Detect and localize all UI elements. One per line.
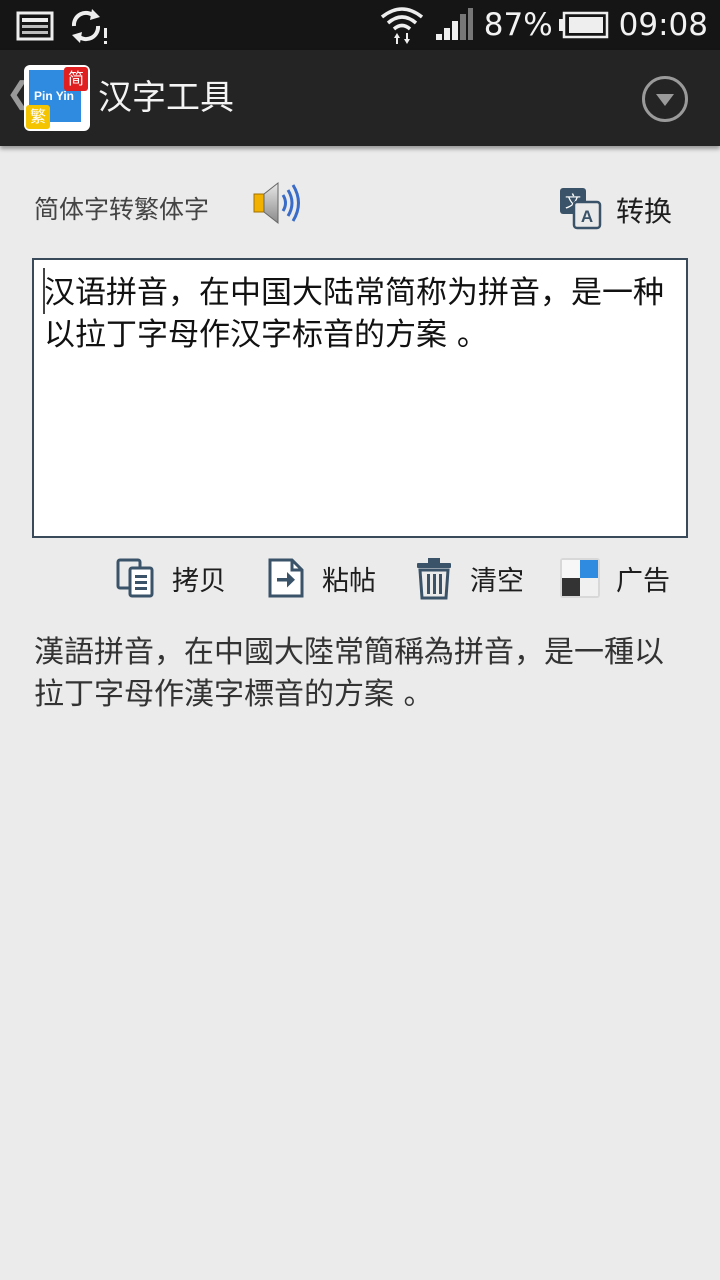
ad-button[interactable]: 广告	[558, 552, 670, 604]
edit-toolbar: 拷贝 粘帖 清空 广告	[0, 552, 720, 604]
sync-alert-icon	[71, 9, 107, 44]
speaker-icon[interactable]	[250, 178, 306, 228]
svg-text:A: A	[581, 207, 593, 226]
battery-percent: 87%	[483, 7, 553, 43]
ad-icon	[560, 558, 600, 598]
app-icon[interactable]: Pin Yin 简 繁	[24, 65, 90, 131]
convert-button[interactable]: 转换	[616, 190, 672, 230]
wifi-icon	[380, 7, 423, 44]
paste-button[interactable]: 粘帖	[264, 552, 376, 604]
paste-icon	[268, 558, 304, 598]
copy-label: 拷贝	[172, 565, 226, 597]
app-title: 汉字工具	[98, 78, 234, 118]
copy-button[interactable]: 拷贝	[114, 552, 226, 604]
app-icon-traditional-badge: 繁	[26, 105, 50, 129]
translate-icon[interactable]: 文 A	[558, 186, 602, 230]
action-bar: ❮ Pin Yin 简 繁 汉字工具	[0, 50, 720, 146]
app-icon-pinyin-text: Pin Yin	[34, 89, 75, 103]
clear-label: 清空	[470, 565, 524, 597]
ad-label: 广告	[616, 565, 670, 597]
cell-signal-icon	[435, 8, 473, 40]
converted-text-output: 漢語拼音，在中國大陸常簡稱為拼音，是一種以拉丁字母作漢字標音的方案 。	[34, 635, 664, 712]
source-text-value[interactable]: 汉语拼音，在中国大陆常简称为拼音，是一种以拉丁字母作汉字标音的方案 。	[44, 272, 674, 356]
clear-button[interactable]: 清空	[412, 552, 524, 604]
status-bar: 87% 09:08	[0, 0, 720, 50]
gallery-notification-icon	[16, 11, 54, 41]
copy-icon	[116, 558, 154, 598]
overflow-menu-button[interactable]	[642, 76, 688, 122]
app-icon-simplified-badge: 简	[64, 67, 88, 91]
trash-icon	[417, 558, 451, 600]
battery-icon	[558, 11, 608, 39]
source-text-input[interactable]: 汉语拼音，在中国大陆常简称为拼音，是一种以拉丁字母作汉字标音的方案 。	[32, 258, 688, 538]
paste-label: 粘帖	[322, 565, 376, 597]
conversion-mode-label[interactable]: 简体字转繁体字	[34, 190, 209, 226]
clock: 09:08	[618, 7, 708, 43]
notification-icons	[16, 6, 110, 46]
